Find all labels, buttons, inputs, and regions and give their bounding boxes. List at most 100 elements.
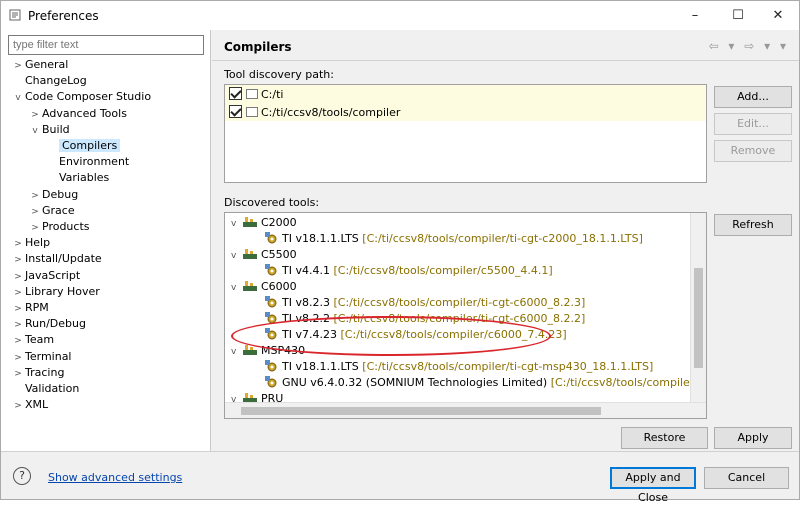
tree-item-label: Debug (42, 187, 79, 201)
collapsed-chevron-icon[interactable]: > (11, 317, 25, 333)
expanded-chevron-icon[interactable]: v (231, 216, 243, 232)
history-nav-icons[interactable]: ⇦ ▾ ⇨ ▾ ▾ (709, 39, 789, 53)
tree-item-label: Validation (25, 382, 80, 395)
tree-item-label: Help (25, 236, 51, 250)
remove-button[interactable]: Remove (714, 140, 792, 162)
collapsed-chevron-icon[interactable]: > (11, 398, 25, 414)
tree-item-label: Advanced Tools (42, 106, 127, 120)
add-button[interactable]: Add... (714, 86, 792, 108)
show-advanced-settings-link[interactable]: Show advanced settings (48, 471, 182, 484)
expanded-chevron-icon[interactable]: v (28, 123, 42, 139)
expanded-chevron-icon[interactable]: v (231, 344, 243, 360)
page-title: Compilers (224, 40, 292, 54)
edit-button[interactable]: Edit... (714, 113, 792, 135)
tree-item-build[interactable]: v Build (28, 122, 70, 139)
discovery-path-label: Tool discovery path: (224, 68, 334, 81)
refresh-button[interactable]: Refresh (714, 214, 792, 236)
restore-defaults-button[interactable]: Restore Defaults (621, 427, 708, 464)
discovery-path-row[interactable]: C:/ti/ccsv8/tools/compiler (229, 104, 400, 122)
preferences-window: Preferences – ☐ ✕ >GeneralChangeLogvCode… (0, 0, 800, 504)
collapsed-chevron-icon[interactable]: > (11, 333, 25, 349)
expanded-chevron-icon[interactable]: v (231, 280, 243, 296)
tree-item-products[interactable]: > Products (28, 219, 90, 236)
tree-item-label: Team (25, 333, 55, 347)
tree-item-install-update[interactable]: > Install/Update (11, 251, 102, 268)
collapsed-chevron-icon[interactable]: > (28, 220, 42, 236)
close-button[interactable]: ✕ (758, 1, 798, 30)
collapsed-chevron-icon[interactable]: > (11, 301, 25, 317)
compiler-path: [C:/ti/ccsv8/tools/compiler/ti-cgt-msp43… (362, 360, 654, 373)
tree-item-run-debug[interactable]: > Run/Debug (11, 316, 86, 332)
tree-item-general[interactable]: > General (11, 57, 68, 73)
tree-item-label: XML (25, 398, 49, 412)
tree-item-environment[interactable]: Environment (45, 154, 129, 170)
compiler-gear-icon (265, 232, 277, 244)
compiler-tool-item[interactable]: TI v8.2.3 [C:/ti/ccsv8/tools/compiler/ti… (265, 295, 585, 311)
tree-item-label: RPM (25, 301, 49, 314)
group-label: C5500 (261, 248, 297, 261)
compiler-path: [C:/ti/ccsv8/tools/compiler/msp430- (550, 376, 706, 389)
window-title: Preferences (28, 9, 99, 23)
tree-item-label: Install/Update (25, 252, 102, 266)
collapsed-chevron-icon[interactable]: > (11, 285, 25, 301)
tree-item-variables[interactable]: Variables (45, 170, 109, 186)
compiler-tool-item[interactable]: TI v18.1.1.LTS [C:/ti/ccsv8/tools/compil… (265, 359, 653, 375)
vertical-scroll-thumb[interactable] (694, 268, 703, 368)
apply-button[interactable]: Apply (714, 427, 792, 449)
tree-item-label: General (25, 58, 69, 71)
collapsed-chevron-icon[interactable]: > (11, 350, 25, 366)
tree-item-label: Library Hover (25, 284, 100, 298)
tree-item-library-hover[interactable]: > Library Hover (11, 284, 100, 300)
compiler-name: TI v8.2.3 (282, 296, 330, 309)
collapsed-chevron-icon[interactable]: > (11, 236, 25, 252)
tools-horizontal-scrollbar[interactable] (225, 402, 706, 418)
collapsed-chevron-icon[interactable]: > (11, 366, 25, 382)
tree-item-changelog[interactable]: ChangeLog (11, 73, 87, 89)
apply-and-close-button[interactable]: Apply and Close (610, 467, 696, 504)
tree-item-advanced-tools[interactable]: > Advanced Tools (28, 106, 127, 122)
collapsed-chevron-icon[interactable]: > (28, 107, 42, 123)
collapsed-chevron-icon[interactable]: > (11, 252, 25, 268)
toolchain-group[interactable]: v C5500 (231, 247, 297, 263)
tree-item-javascript[interactable]: > JavaScript (11, 268, 80, 284)
cancel-button[interactable]: Cancel (704, 467, 789, 489)
tree-item-label: Code Composer Studio (25, 90, 152, 104)
tree-item-label: Grace (42, 203, 75, 217)
collapsed-chevron-icon[interactable]: > (28, 188, 42, 204)
expanded-chevron-icon[interactable]: v (11, 90, 25, 106)
toolchain-group[interactable]: v C2000 (231, 215, 297, 231)
tree-item-debug[interactable]: > Debug (28, 187, 78, 203)
maximize-button[interactable]: ☐ (718, 1, 758, 30)
path-checkbox[interactable] (229, 105, 242, 118)
help-icon[interactable]: ? (13, 467, 31, 485)
compiler-tool-item[interactable]: TI v4.4.1 [C:/ti/ccsv8/tools/compiler/c5… (265, 263, 553, 279)
tree-item-grace[interactable]: > Grace (28, 203, 75, 220)
tree-item-label: Variables (59, 171, 110, 185)
tree-item-label: Products (42, 220, 90, 233)
tools-vertical-scrollbar[interactable] (690, 213, 706, 418)
path-checkbox[interactable] (229, 87, 242, 100)
title-bar: Preferences – ☐ ✕ (1, 1, 799, 30)
tree-item-xml[interactable]: > XML (11, 397, 48, 413)
tree-item-code-composer-studio[interactable]: v Code Composer Studio (11, 89, 151, 105)
tree-item-help[interactable]: > Help (11, 235, 50, 251)
tree-item-tracing[interactable]: > Tracing (11, 365, 64, 381)
collapsed-chevron-icon[interactable]: > (11, 269, 25, 285)
toolchain-group[interactable]: v C6000 (231, 279, 297, 295)
minimize-button[interactable]: – (675, 1, 715, 30)
expanded-chevron-icon[interactable]: v (231, 248, 243, 264)
tree-item-terminal[interactable]: > Terminal (11, 349, 71, 366)
toolchain-group-icon (243, 217, 257, 227)
tree-item-rpm[interactable]: > RPM (11, 300, 49, 316)
horizontal-scroll-thumb[interactable] (241, 407, 601, 415)
tree-item-label: Build (42, 122, 70, 136)
compiler-tool-item[interactable]: TI v18.1.1.LTS [C:/ti/ccsv8/tools/compil… (265, 231, 643, 247)
collapsed-chevron-icon[interactable]: > (11, 58, 25, 74)
tree-item-validation[interactable]: Validation (11, 381, 79, 397)
filter-input[interactable] (8, 35, 204, 55)
discovery-path-row[interactable]: C:/ti (229, 86, 283, 104)
collapsed-chevron-icon[interactable]: > (28, 204, 42, 220)
tree-item-compilers[interactable]: Compilers (45, 138, 121, 154)
compiler-tool-item[interactable]: GNU v6.4.0.32 (SOMNIUM Technologies Limi… (265, 375, 706, 391)
tree-item-team[interactable]: > Team (11, 332, 54, 348)
